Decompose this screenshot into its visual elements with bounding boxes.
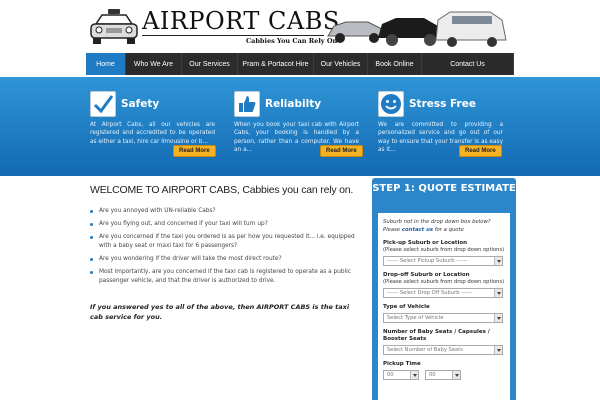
vehicle-label: Type of Vehicle xyxy=(383,304,430,310)
bullet-icon xyxy=(90,210,93,213)
chevron-down-icon xyxy=(494,346,502,354)
pickup-hint: (Please select suburb from drop down opt… xyxy=(383,247,505,253)
read-more-button[interactable]: Read More xyxy=(320,145,363,157)
list-item-text: Are you wondering if the driver will tak… xyxy=(99,256,282,262)
pickup-suburb-select[interactable]: ------ Select Pickup Suburb ------ xyxy=(383,256,503,266)
chevron-down-icon xyxy=(494,314,502,322)
concerns-list: Are you annoyed with UN-reliable Cabs? A… xyxy=(90,207,358,290)
taxi-car-icon xyxy=(90,9,138,44)
site-logo[interactable]: AIRPORT CABS Cabbies You Can Rely On xyxy=(88,4,339,48)
bullet-icon xyxy=(90,271,93,274)
contact-us-link[interactable]: contact us xyxy=(402,227,433,233)
list-item-text: Are you annoyed with UN-reliable Cabs? xyxy=(99,208,216,214)
bullet-icon xyxy=(90,223,93,226)
pickup-hour-value: 00 xyxy=(387,372,394,378)
quote-note: Suburb not in the drop down box below? P… xyxy=(383,219,505,234)
feature-title: Stress Free xyxy=(409,98,476,110)
read-more-button[interactable]: Read More xyxy=(459,145,502,157)
baby-seats-value: Select Number of Baby Seats xyxy=(387,347,463,353)
feature-title: Reliabilty xyxy=(265,98,322,110)
pickup-time-fields: 00 00 xyxy=(383,370,505,380)
nav-who-we-are[interactable]: Who We Are xyxy=(126,53,182,75)
pickup-minute-select[interactable]: 00 xyxy=(425,370,461,380)
list-item: Are you concerned if the taxi you ordere… xyxy=(90,233,358,251)
nav-pram-portacot-hire[interactable]: Pram & Portacot Hire xyxy=(238,53,314,75)
quote-title: STEP 1: QUOTE ESTIMATE xyxy=(372,183,516,194)
dropoff-label: Drop-off Suburb or Location xyxy=(383,272,470,278)
main-nav: Home Who We Are Our Services Pram & Port… xyxy=(86,53,514,75)
baby-seats-select[interactable]: Select Number of Baby Seats xyxy=(383,345,503,355)
feature-stress-free: Stress Free We are committed to providin… xyxy=(378,91,528,171)
smiley-icon xyxy=(378,91,404,117)
quote-panel: STEP 1: QUOTE ESTIMATE Suburb not in the… xyxy=(372,178,516,400)
nav-book-online[interactable]: Book Online xyxy=(368,53,422,75)
brand-name: AIRPORT CABS xyxy=(142,7,340,35)
pickup-time-label: Pickup Time xyxy=(383,361,421,367)
logo-divider xyxy=(142,35,324,36)
vehicle-type-value: Select Type of Vehicle xyxy=(387,315,444,321)
pickup-suburb-value: ------ Select Pickup Suburb ------ xyxy=(387,258,468,264)
list-item: Are you flying out, and concerned if you… xyxy=(90,220,358,229)
feature-title: Safety xyxy=(121,98,160,110)
list-item: Most importantly, are you concerned if t… xyxy=(90,268,358,286)
list-item: Are you wondering if the driver will tak… xyxy=(90,255,358,264)
quote-form: Suburb not in the drop down box below? P… xyxy=(378,213,510,400)
vehicle-type-select[interactable]: Select Type of Vehicle xyxy=(383,313,503,323)
pickup-minute-value: 00 xyxy=(429,372,436,378)
list-item-text: Are you flying out, and concerned if you… xyxy=(99,221,268,227)
pickup-hour-select[interactable]: 00 xyxy=(383,370,419,380)
checkmark-icon xyxy=(90,91,116,117)
site-header: AIRPORT CABS Cabbies You Can Rely On xyxy=(0,0,600,52)
nav-our-vehicles[interactable]: Our Vehicles xyxy=(314,53,368,75)
bullet-icon xyxy=(90,236,93,239)
welcome-heading: WELCOME TO AIRPORT CABS, Cabbies you can… xyxy=(90,184,354,196)
list-item: Are you annoyed with UN-reliable Cabs? xyxy=(90,207,358,216)
dropoff-hint: (Please select suburb from drop down opt… xyxy=(383,279,505,285)
list-item-text: Most importantly, are you concerned if t… xyxy=(99,269,351,284)
nav-contact-us[interactable]: Contact Us xyxy=(422,53,514,75)
nav-home[interactable]: Home xyxy=(86,53,126,75)
chevron-down-icon xyxy=(410,371,418,379)
baby-seats-label: Number of Baby Seats / Capsules / Booste… xyxy=(383,329,490,342)
chevron-down-icon xyxy=(494,289,502,297)
nav-our-services[interactable]: Our Services xyxy=(182,53,238,75)
feature-reliability: Reliabilty When you book your taxi cab w… xyxy=(234,91,384,171)
chevron-down-icon xyxy=(452,371,460,379)
fleet-vehicles-image xyxy=(327,11,507,47)
feature-text: At Airport Cabs, all our vehicles are re… xyxy=(90,122,215,145)
dropoff-suburb-select[interactable]: ------ Select Drop Off Suburb ------ xyxy=(383,288,503,298)
features-banner: Safety At Airport Cabs, all our vehicles… xyxy=(0,77,600,176)
feature-safety: Safety At Airport Cabs, all our vehicles… xyxy=(90,91,240,171)
list-item-text: Are you concerned if the taxi you ordere… xyxy=(99,234,355,249)
pickup-label: Pick-up Suburb or Location xyxy=(383,240,468,246)
read-more-button[interactable]: Read More xyxy=(173,145,216,157)
thumbs-up-icon xyxy=(234,91,260,117)
closing-statement: If you answered yes to all of the above,… xyxy=(90,303,350,321)
quote-note-text-end: for a quote xyxy=(434,226,464,233)
chevron-down-icon xyxy=(494,257,502,265)
bullet-icon xyxy=(90,258,93,261)
dropoff-suburb-value: ------ Select Drop Off Suburb ------ xyxy=(387,290,473,296)
